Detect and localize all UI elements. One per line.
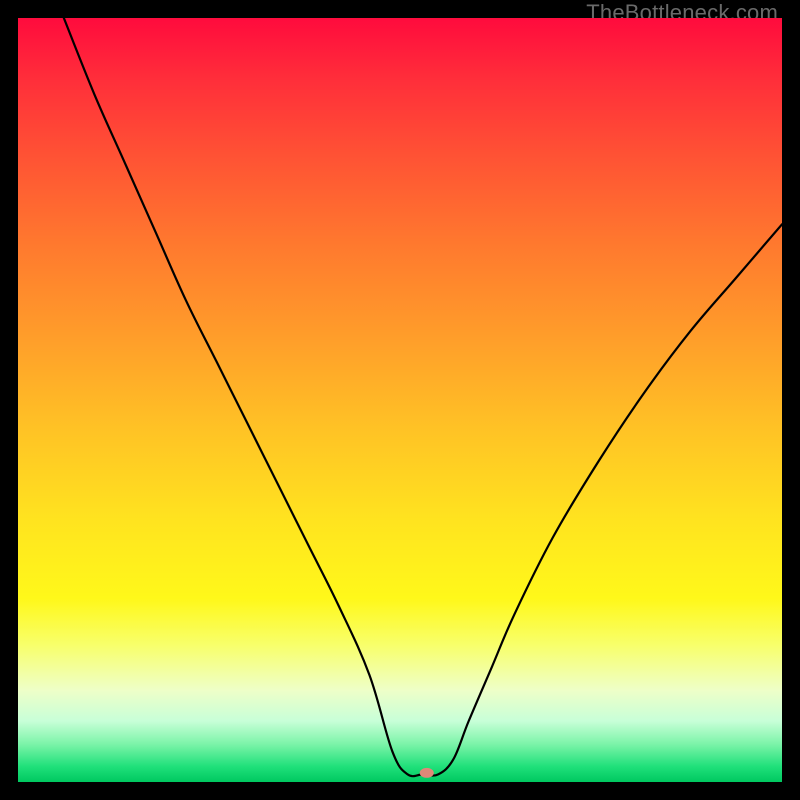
bottleneck-curve [64, 18, 782, 776]
minimum-marker [420, 768, 434, 778]
plot-area [18, 18, 782, 782]
curve-layer [18, 18, 782, 782]
frame-border-bottom [0, 782, 800, 800]
chart-frame: TheBottleneck.com [0, 0, 800, 800]
